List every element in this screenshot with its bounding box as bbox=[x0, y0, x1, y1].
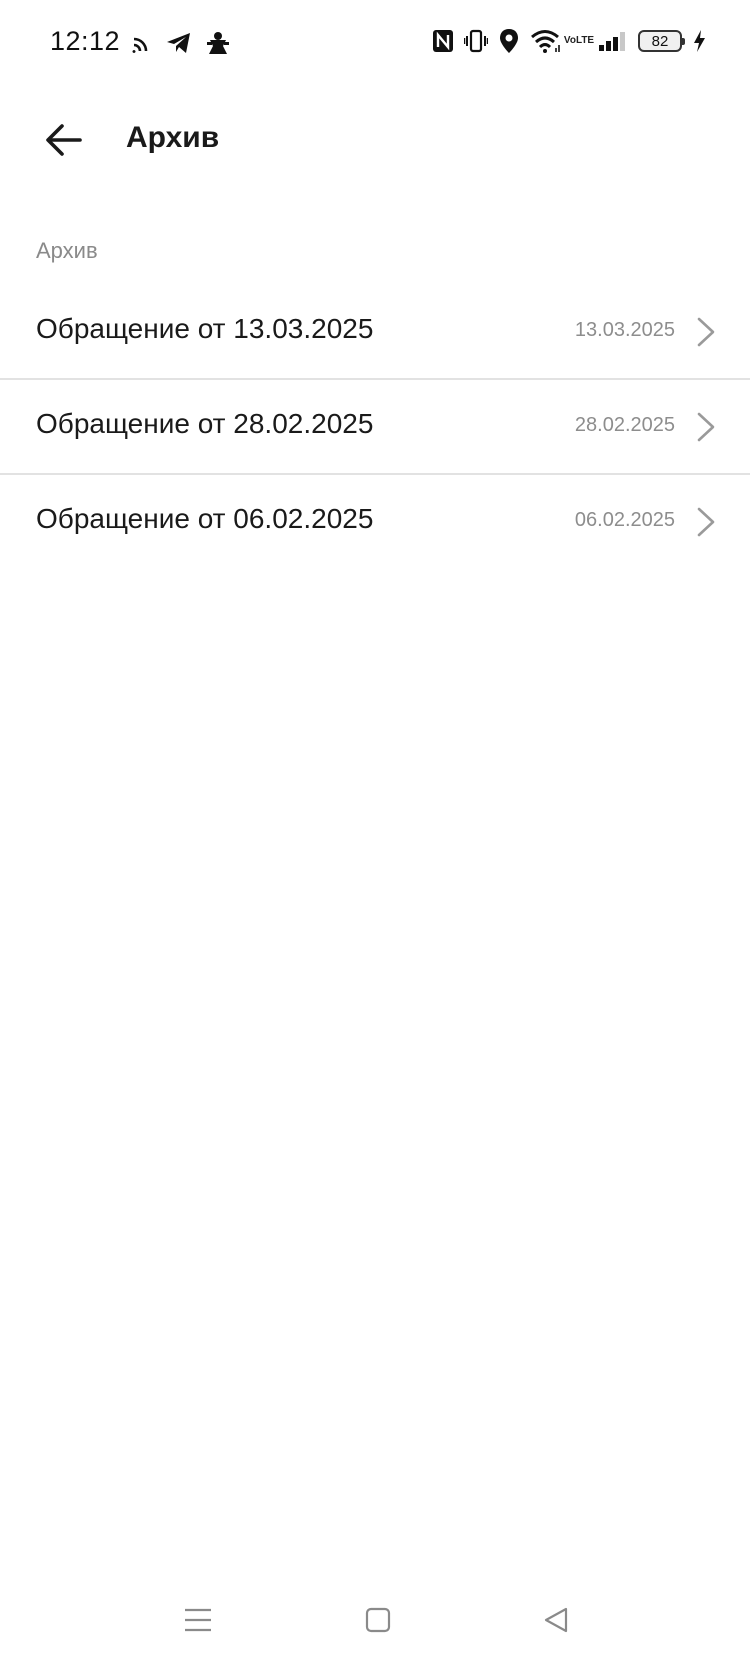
item-title: Обращение от 06.02.2025 bbox=[36, 503, 374, 534]
vibrate-icon bbox=[464, 29, 488, 53]
list-item[interactable]: Обращение от 13.03.2025 13.03.2025 bbox=[0, 285, 750, 380]
back-triangle-icon bbox=[544, 1607, 568, 1633]
volte-icon: Vo LTE bbox=[564, 36, 594, 46]
archive-list: Обращение от 13.03.2025 13.03.2025 Обращ… bbox=[0, 285, 750, 570]
item-title: Обращение от 28.02.2025 bbox=[36, 408, 374, 439]
status-bar: 12:12 Vo LTE 82 bbox=[0, 0, 750, 88]
chevron-right-icon bbox=[694, 410, 718, 444]
app-header: Архив bbox=[0, 96, 750, 184]
chevron-right-icon bbox=[694, 315, 718, 349]
item-date: 13.03.2025 bbox=[574, 319, 675, 341]
volte-line2: LTE bbox=[575, 35, 595, 46]
volte-line1: Vo bbox=[563, 35, 576, 46]
item-title: Обращение от 13.03.2025 bbox=[36, 313, 374, 344]
telegram-icon bbox=[166, 31, 192, 55]
navigation-bar bbox=[0, 1590, 750, 1650]
section-label: Архив bbox=[36, 238, 98, 263]
signal-icon bbox=[598, 30, 628, 52]
chevron-right-icon bbox=[694, 505, 718, 539]
list-item[interactable]: Обращение от 06.02.2025 06.02.2025 bbox=[0, 475, 750, 570]
arrow-left-icon bbox=[46, 124, 82, 156]
home-icon bbox=[365, 1607, 391, 1633]
status-time: 12:12 bbox=[50, 26, 121, 56]
menu-button[interactable] bbox=[178, 1600, 218, 1640]
charging-icon bbox=[692, 29, 706, 53]
cast-icon bbox=[132, 33, 152, 53]
item-date: 28.02.2025 bbox=[574, 414, 675, 436]
app-notification-icon bbox=[206, 30, 230, 56]
battery-icon: 82 bbox=[638, 30, 685, 52]
location-icon bbox=[498, 28, 520, 54]
back-button[interactable] bbox=[38, 114, 90, 166]
nfc-icon bbox=[432, 29, 454, 53]
wifi-icon bbox=[530, 29, 560, 53]
menu-icon bbox=[185, 1608, 211, 1632]
status-left-icons bbox=[132, 30, 230, 56]
list-item[interactable]: Обращение от 28.02.2025 28.02.2025 bbox=[0, 380, 750, 475]
page-title: Архив bbox=[126, 121, 220, 154]
battery-level: 82 bbox=[651, 32, 669, 50]
home-button[interactable] bbox=[358, 1600, 398, 1640]
item-date: 06.02.2025 bbox=[574, 509, 675, 531]
back-nav-button[interactable] bbox=[536, 1600, 576, 1640]
status-right-icons: Vo LTE 82 bbox=[432, 28, 706, 54]
